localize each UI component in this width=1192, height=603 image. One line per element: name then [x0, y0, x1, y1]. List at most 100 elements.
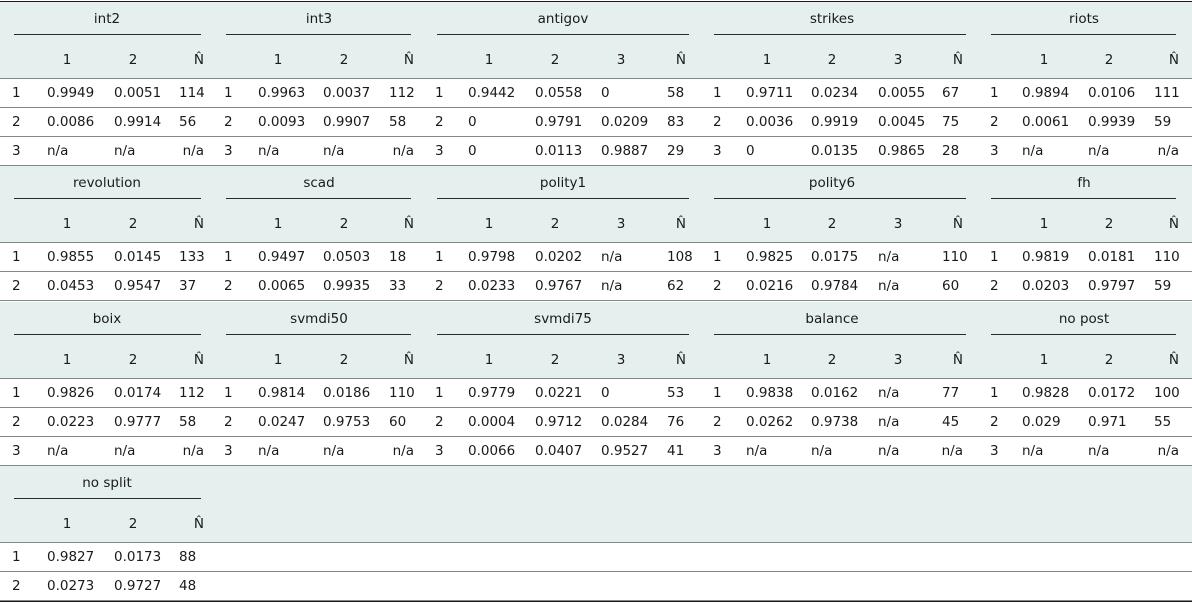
- row-label: 2: [12, 114, 21, 130]
- row-label: 2: [435, 414, 444, 430]
- header-band: [0, 466, 1192, 542]
- cell-value: 0.0051: [114, 85, 162, 101]
- cell-value: n/a: [114, 143, 136, 159]
- cell-n: n/a: [941, 443, 963, 459]
- cell-value: 0: [601, 385, 610, 401]
- header-rule: [0, 542, 1192, 543]
- column-header-n: N̂: [952, 52, 963, 68]
- cell-value: 0.9712: [535, 414, 583, 430]
- cell-value: 0.0036: [746, 114, 794, 130]
- row-rule: [0, 407, 1192, 408]
- column-header: 1: [1039, 52, 1049, 68]
- cell-n: 75: [942, 114, 960, 130]
- cell-value: 0.9828: [1022, 385, 1070, 401]
- panel-title: no split: [82, 475, 132, 491]
- cell-value: 0.9727: [114, 578, 162, 594]
- cell-value: 0.9527: [601, 443, 649, 459]
- row-label: 1: [435, 85, 444, 101]
- column-header-n: N̂: [675, 216, 686, 232]
- cell-value: 0.9791: [535, 114, 583, 130]
- cell-n: 112: [179, 385, 205, 401]
- cell-value: 0.0106: [1088, 85, 1136, 101]
- row-label: 2: [224, 414, 233, 430]
- cell-n: 62: [667, 278, 685, 294]
- column-header: 3: [616, 216, 626, 232]
- cell-n: 29: [667, 143, 685, 159]
- cell-value: 0.9753: [323, 414, 371, 430]
- cell-n: n/a: [182, 443, 204, 459]
- cell-n: 18: [389, 249, 407, 265]
- cell-value: n/a: [746, 443, 768, 459]
- row-label: 1: [713, 85, 722, 101]
- cell-value: 0.9798: [468, 249, 516, 265]
- row-label: 1: [990, 85, 999, 101]
- cell-value: 0.9711: [746, 85, 794, 101]
- panel-title-underline: [437, 334, 689, 335]
- column-header: 1: [273, 216, 283, 232]
- cell-n: 53: [667, 385, 685, 401]
- cell-value: 0.9865: [878, 143, 926, 159]
- cell-value: 0.0407: [535, 443, 583, 459]
- cell-value: 0.9887: [601, 143, 649, 159]
- row-label: 2: [990, 414, 999, 430]
- row-label: 3: [713, 143, 722, 159]
- cell-value: 0.9855: [47, 249, 95, 265]
- row-label: 1: [12, 549, 21, 565]
- cell-value: 0.0209: [601, 114, 649, 130]
- column-header-n: N̂: [952, 216, 963, 232]
- cell-value: 0.971: [1088, 414, 1127, 430]
- cell-value: 0.9738: [811, 414, 859, 430]
- cell-value: 0.9779: [468, 385, 516, 401]
- cell-n: 48: [179, 578, 197, 594]
- panel-title-underline: [226, 334, 411, 335]
- cell-value: 0.029: [1022, 414, 1061, 430]
- cell-value: 0.9939: [1088, 114, 1136, 130]
- panel-title: scad: [303, 175, 335, 191]
- cell-value: 0.0203: [1022, 278, 1070, 294]
- cell-value: 0.9777: [114, 414, 162, 430]
- panel-title-underline: [991, 334, 1176, 335]
- cell-value: 0.9894: [1022, 85, 1070, 101]
- panel-title: polity1: [539, 175, 587, 191]
- panel-title-underline: [437, 34, 689, 35]
- cell-value: n/a: [601, 278, 623, 294]
- cell-value: 0.9825: [746, 249, 794, 265]
- row-label: 2: [713, 278, 722, 294]
- column-header: 2: [128, 516, 138, 532]
- column-header: 2: [128, 352, 138, 368]
- column-header: 2: [128, 52, 138, 68]
- row-label: 3: [12, 143, 21, 159]
- cell-value: n/a: [878, 385, 900, 401]
- cell-value: 0.0086: [47, 114, 95, 130]
- column-header-n: N̂: [403, 216, 414, 232]
- row-label: 3: [990, 143, 999, 159]
- cell-value: 0.0172: [1088, 385, 1136, 401]
- cell-value: n/a: [323, 143, 345, 159]
- cell-n: 58: [667, 85, 685, 101]
- column-header-n: N̂: [193, 52, 204, 68]
- cell-value: 0.9797: [1088, 278, 1136, 294]
- cell-n: 77: [942, 385, 960, 401]
- row-label: 2: [12, 414, 21, 430]
- row-rule: [0, 107, 1192, 108]
- cell-value: 0.9935: [323, 278, 371, 294]
- panel-title-underline: [714, 34, 966, 35]
- cell-value: 0.9442: [468, 85, 516, 101]
- row-label: 1: [224, 85, 233, 101]
- row-label: 2: [713, 414, 722, 430]
- header-band: [0, 166, 1192, 242]
- cell-value: n/a: [601, 249, 623, 265]
- table-top-rule: [0, 1, 1192, 2]
- column-header-n: N̂: [675, 352, 686, 368]
- cell-n: 45: [942, 414, 960, 430]
- cell-value: 0.0247: [258, 414, 306, 430]
- cell-value: 0.0037: [323, 85, 371, 101]
- cell-value: n/a: [1088, 143, 1110, 159]
- column-header: 1: [484, 216, 494, 232]
- cell-value: 0.0135: [811, 143, 859, 159]
- cell-n: 59: [1154, 278, 1172, 294]
- column-header-n: N̂: [403, 352, 414, 368]
- cell-value: 0.0221: [535, 385, 583, 401]
- cell-value: n/a: [47, 443, 69, 459]
- cell-value: n/a: [258, 143, 280, 159]
